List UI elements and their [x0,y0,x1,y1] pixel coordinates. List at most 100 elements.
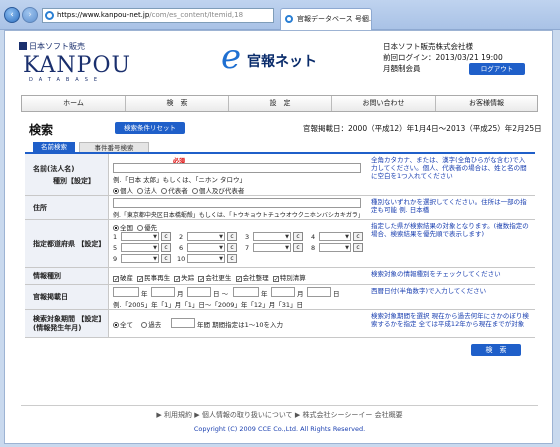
pref-select-8[interactable] [319,243,351,252]
nav-search[interactable]: 検 索 [126,96,229,111]
range-all-radio[interactable] [113,322,119,328]
row-date: 官報掲載日 年 月 日 〜 年 月 日 例.「2005」年「1」月「1」日〜「2… [25,285,535,310]
pref-clear-button[interactable]: c [227,254,237,263]
chk-arrangement[interactable]: ✓ [235,276,242,283]
copyright: Copyright (C) 2009 CCE Co.,Ltd. All Righ… [193,425,366,433]
back-button[interactable]: ‹ [4,7,20,23]
pref-clear-button[interactable]: c [161,232,171,241]
name-label: 名前(法人名) 種別【設定】 [25,154,109,195]
chk-civil[interactable]: ✓ [137,276,143,283]
pref-label: 指定都道府県 【設定】 [25,220,109,267]
chk-reorg[interactable]: ✓ [198,276,204,283]
pref-select-1[interactable] [121,232,159,241]
date-from-year[interactable] [113,287,139,297]
global-nav: ホーム 検 索 設 定 お問い合わせ お客様情報 [21,95,538,112]
date-from-day[interactable] [187,287,211,297]
page-title: 検索 [29,123,54,137]
footer-links[interactable]: ▶ 利用規約 ▶ 個人情報の取り扱いについて ▶ 株式会社シーシーイー 会社概要 [21,405,538,420]
pref-select-4[interactable] [319,232,351,241]
last-login: 前回ログイン：2013/03/21 19:00 [383,53,503,62]
nav-settings[interactable]: 設 定 [229,96,332,111]
pref-select-5[interactable] [121,243,159,252]
nav-contact[interactable]: お問い合わせ [332,96,436,111]
type-person-radio[interactable] [113,188,119,194]
name-input[interactable] [113,163,361,173]
pref-clear-button[interactable]: c [227,243,237,252]
range-label: 検索対象期間 【設定】 (情報発生年月) [25,310,109,337]
range-options: 全て 過去 [113,319,161,329]
forward-button[interactable]: › [22,7,38,23]
type-corp-radio[interactable] [137,188,144,194]
name-type-options: 個人 法人 代表者 個人及び代表者 [113,185,244,195]
address-hint: 種別ないずれかを選択してください。住所は一部の指定も可能 例. 日本橋 [371,198,527,214]
nav-account[interactable]: お客様情報 [436,96,537,111]
info-label: 情報種別 [25,268,109,284]
ie-icon [285,15,293,23]
range-hint: 検索対象期間を選択 現在から過去何年にさかのぼり検索するかを指定 全ては平成12… [371,312,529,328]
logo-company: 日本ソフト販売 [19,41,85,52]
logo-database: DATABASE [29,77,104,83]
name-hint: 全角カタカナ、または、漢字(全角ひらがな含む)で入力してください。個人、代表者の… [371,156,527,180]
range-years-input[interactable] [171,318,195,328]
row-prefecture: 指定都道府県 【設定】 全国 優先 1 c 2 c 3 c 4 c 5 [25,220,535,268]
range-unit: 年間 期間指定は1〜10を入力 [197,321,283,329]
address-bar[interactable]: https://www.kanpou-net.jp/com/es_content… [42,8,274,23]
date-example: 例.「2005」年「1」月「1」日〜「2009」年「12」月「31」日 [113,301,303,309]
browser-tab[interactable]: 官報データベース 号個... × [280,8,372,30]
ie-icon [45,11,54,20]
pref-scope: 全国 優先 [113,222,157,232]
date-to-day[interactable] [307,287,331,297]
url-host: https://www.kanpou-net.jp [57,11,150,19]
pref-clear-button[interactable]: c [353,243,363,252]
chk-liquidation[interactable]: ✓ [272,276,279,283]
page: 日本ソフト販売 KANPOU DATABASE e 官報ネット 日本ソフト販売株… [4,30,553,444]
chk-bankruptcy[interactable]: ✓ [113,276,119,283]
brand-e: e [221,37,242,77]
reset-button[interactable]: 検索条件リセット [115,122,185,134]
type-rep-radio[interactable] [161,188,168,194]
row-range: 検索対象期間 【設定】 (情報発生年月) 全て 過去 年間 期間指定は1〜10を… [25,310,535,338]
row-info-type: 情報種別 ✓破産 ✓民事再生 ✓失踪 ✓会社更生 ✓会社整理 ✓特別清算 検索対… [25,268,535,285]
address-example: 例.「東京都中央区日本橋蛎殻」もしくは、「トウキョウトチュウオウクニホンバシカキ… [113,212,364,219]
pref-select-6[interactable] [187,243,225,252]
brand-logo: e 官報ネット [221,37,371,79]
date-to-year[interactable] [233,287,259,297]
row-name: 名前(法人名) 種別【設定】 必須 例.「日本 太郎」もしくは、「ニホン タロウ… [25,154,535,196]
pref-select-7[interactable] [253,243,291,252]
chk-missing[interactable]: ✓ [174,276,180,283]
pref-select-3[interactable] [253,232,291,241]
pref-clear-button[interactable]: c [161,243,171,252]
name-example: 例.「日本 太郎」もしくは、「ニホン タロウ」 [113,176,246,184]
info-hint: 検索対象の情報種別をチェックしてください [371,270,501,278]
logout-button[interactable]: ログアウト [469,63,525,75]
logo-kanpou: KANPOU [23,53,132,78]
info-checkboxes: ✓破産 ✓民事再生 ✓失踪 ✓会社更生 ✓会社整理 ✓特別清算 [113,274,306,283]
logo-mark-icon [19,42,27,50]
date-to-month[interactable] [271,287,295,297]
pref-clear-button[interactable]: c [293,243,303,252]
search-button[interactable]: 検 索 [471,344,521,356]
nav-home[interactable]: ホーム [22,96,126,111]
pref-select-2[interactable] [187,232,225,241]
pref-hint: 指定した県が検索結果の対象となります。(複数指定の場合、検索結果を優先順で表示し… [371,222,529,238]
address-label: 住所 [25,196,109,219]
pref-select-9[interactable] [121,254,159,263]
type-both-radio[interactable] [191,188,198,194]
publication-period: 官報掲載日：2000（平成12）年1月4日〜2013（平成25）年2月25日 [303,124,542,133]
pref-clear-button[interactable]: c [161,254,171,263]
date-from-month[interactable] [151,287,175,297]
pref-clear-button[interactable]: c [227,232,237,241]
url-path: /com/es_content/Itemid,18 [149,11,244,19]
tab-close-icon[interactable]: × [361,9,367,29]
brand-text: 官報ネット [247,54,317,70]
address-input[interactable] [113,198,361,208]
row-address: 住所 例.「東京都中央区日本橋蛎殻」もしくは、「トウキョウトチュウオウクニホンバ… [25,196,535,220]
pref-clear-button[interactable]: c [293,232,303,241]
date-hint: 西暦日付(半角数字)で入力してください [371,287,487,295]
pref-clear-button[interactable]: c [353,232,363,241]
pref-all-radio[interactable] [113,225,119,231]
browser-titlebar: ‹ › https://www.kanpou-net.jp/com/es_con… [0,0,560,30]
pref-select-10[interactable] [187,254,225,263]
pref-priority-radio[interactable] [137,225,144,231]
range-past-radio[interactable] [141,322,148,328]
